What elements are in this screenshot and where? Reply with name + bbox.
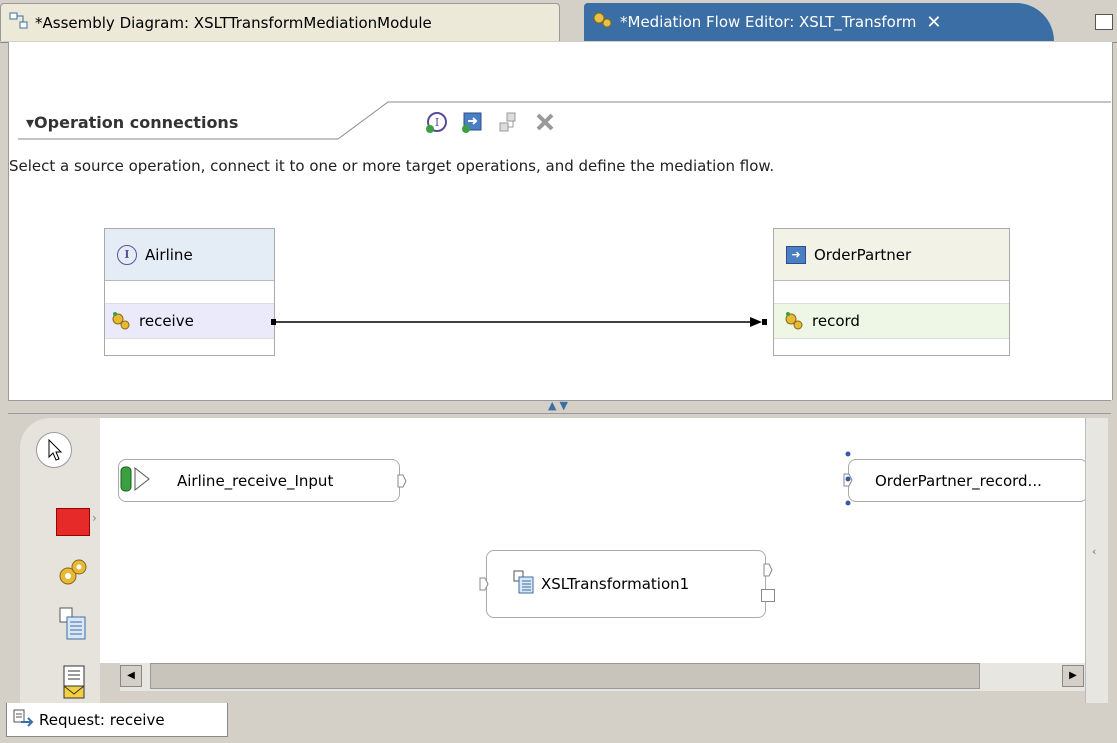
gears-icon[interactable]	[56, 556, 90, 594]
assembly-diagram-icon	[9, 11, 29, 35]
splitter-arrows-icon[interactable]: ▲▼	[548, 399, 571, 412]
collapse-arrow-icon[interactable]: ‹	[1092, 545, 1096, 558]
fail-terminal-icon[interactable]	[761, 589, 775, 602]
delete-icon[interactable]	[533, 110, 557, 138]
xslt-node-icon	[513, 570, 535, 598]
input-node-icon	[119, 464, 153, 498]
connect-icon[interactable]	[497, 110, 521, 138]
operation-gears-icon	[111, 311, 131, 331]
mediation-flow-canvas[interactable]	[100, 418, 1085, 663]
message-icon[interactable]	[60, 664, 90, 704]
maximize-icon[interactable]	[1095, 14, 1113, 30]
operation-toolbar: I	[425, 110, 557, 138]
operation-connection-line[interactable]	[268, 315, 783, 329]
target-operation-name: record	[812, 312, 860, 330]
tab-request-label: Request: receive	[39, 710, 165, 729]
target-reference-name: OrderPartner	[814, 245, 912, 264]
input-terminal-icon[interactable]	[479, 577, 489, 595]
stop-icon[interactable]	[56, 508, 90, 536]
source-interface-box[interactable]: I Airline receive	[104, 228, 275, 356]
tab-assembly-label: *Assembly Diagram: XSLTTransformMediatio…	[35, 13, 432, 32]
instructions-text: Select a source operation, connect it to…	[9, 157, 775, 175]
add-interface-icon[interactable]: I	[425, 110, 449, 138]
output-terminal-icon[interactable]	[397, 474, 407, 492]
xslt-node-label: XSLTransformation1	[541, 575, 690, 593]
palette-expand-icon[interactable]: ›	[92, 511, 97, 525]
xslt-primitive-node[interactable]: XSLTransformation1	[479, 550, 775, 618]
output-terminal-icon[interactable]	[763, 563, 773, 581]
select-pointer-icon[interactable]	[36, 432, 72, 468]
source-interface-header: I Airline	[105, 229, 274, 281]
add-reference-icon[interactable]	[461, 110, 485, 138]
mediation-flow-icon	[592, 10, 614, 34]
tab-mediation-label: *Mediation Flow Editor: XSLT_Transform	[620, 13, 917, 31]
target-reference-box[interactable]: ➜ OrderPartner record	[773, 228, 1010, 356]
tab-assembly-diagram[interactable]: *Assembly Diagram: XSLTTransformMediatio…	[0, 3, 560, 41]
input-node-label: Airline_receive_Input	[177, 471, 334, 490]
tab-mediation-flow-editor[interactable]: *Mediation Flow Editor: XSLT_Transform ✕	[584, 3, 1054, 41]
target-reference-header: ➜ OrderPartner	[774, 229, 1009, 281]
horizontal-scroll-thumb[interactable]	[150, 663, 980, 689]
source-operation-row[interactable]: receive	[105, 303, 274, 339]
callout-node[interactable]: OrderPartner_record...	[843, 459, 1088, 502]
scroll-left-icon[interactable]: ◀	[120, 665, 142, 687]
operation-gears-icon	[784, 311, 804, 331]
section-title-operation-connections[interactable]: ▾Operation connections	[26, 113, 238, 132]
source-interface-name: Airline	[145, 245, 193, 264]
close-icon[interactable]: ✕	[926, 12, 941, 33]
tab-request-receive[interactable]: Request: receive	[6, 703, 228, 737]
target-operation-row[interactable]: record	[774, 303, 1009, 339]
interface-icon: I	[117, 244, 137, 265]
callout-node-label: OrderPartner_record...	[875, 471, 1042, 490]
source-operation-name: receive	[139, 312, 194, 330]
scroll-right-icon[interactable]: ▶	[1062, 665, 1084, 687]
vertical-scrollbar[interactable]	[1085, 418, 1108, 703]
callout-selection-handles	[845, 451, 851, 506]
input-node[interactable]: Airline_receive_Input	[118, 459, 407, 502]
xslt-icon[interactable]	[56, 605, 90, 645]
reference-arrow-icon: ➜	[786, 245, 806, 264]
request-flow-icon	[13, 709, 35, 731]
svg-text:I: I	[435, 116, 439, 129]
